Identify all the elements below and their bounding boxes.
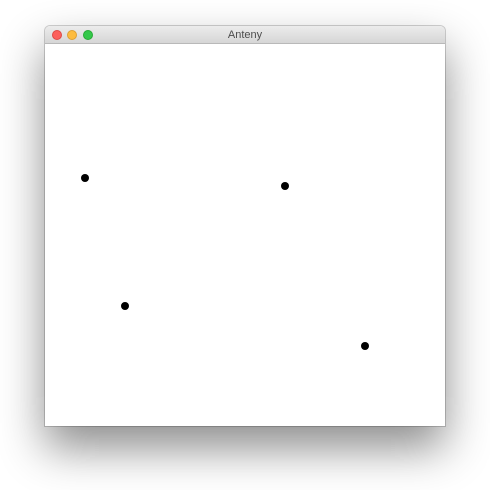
title-bar[interactable]: Anteny xyxy=(45,26,445,44)
app-window: Anteny xyxy=(45,26,445,426)
points-layer xyxy=(81,174,369,350)
desktop: Anteny xyxy=(0,0,490,490)
antenna-point xyxy=(81,174,89,182)
window-title: Anteny xyxy=(227,29,263,41)
antenna-point xyxy=(361,342,369,350)
antenna-point xyxy=(281,182,289,190)
antenna-point xyxy=(121,302,129,310)
drawing-canvas[interactable] xyxy=(45,44,445,426)
